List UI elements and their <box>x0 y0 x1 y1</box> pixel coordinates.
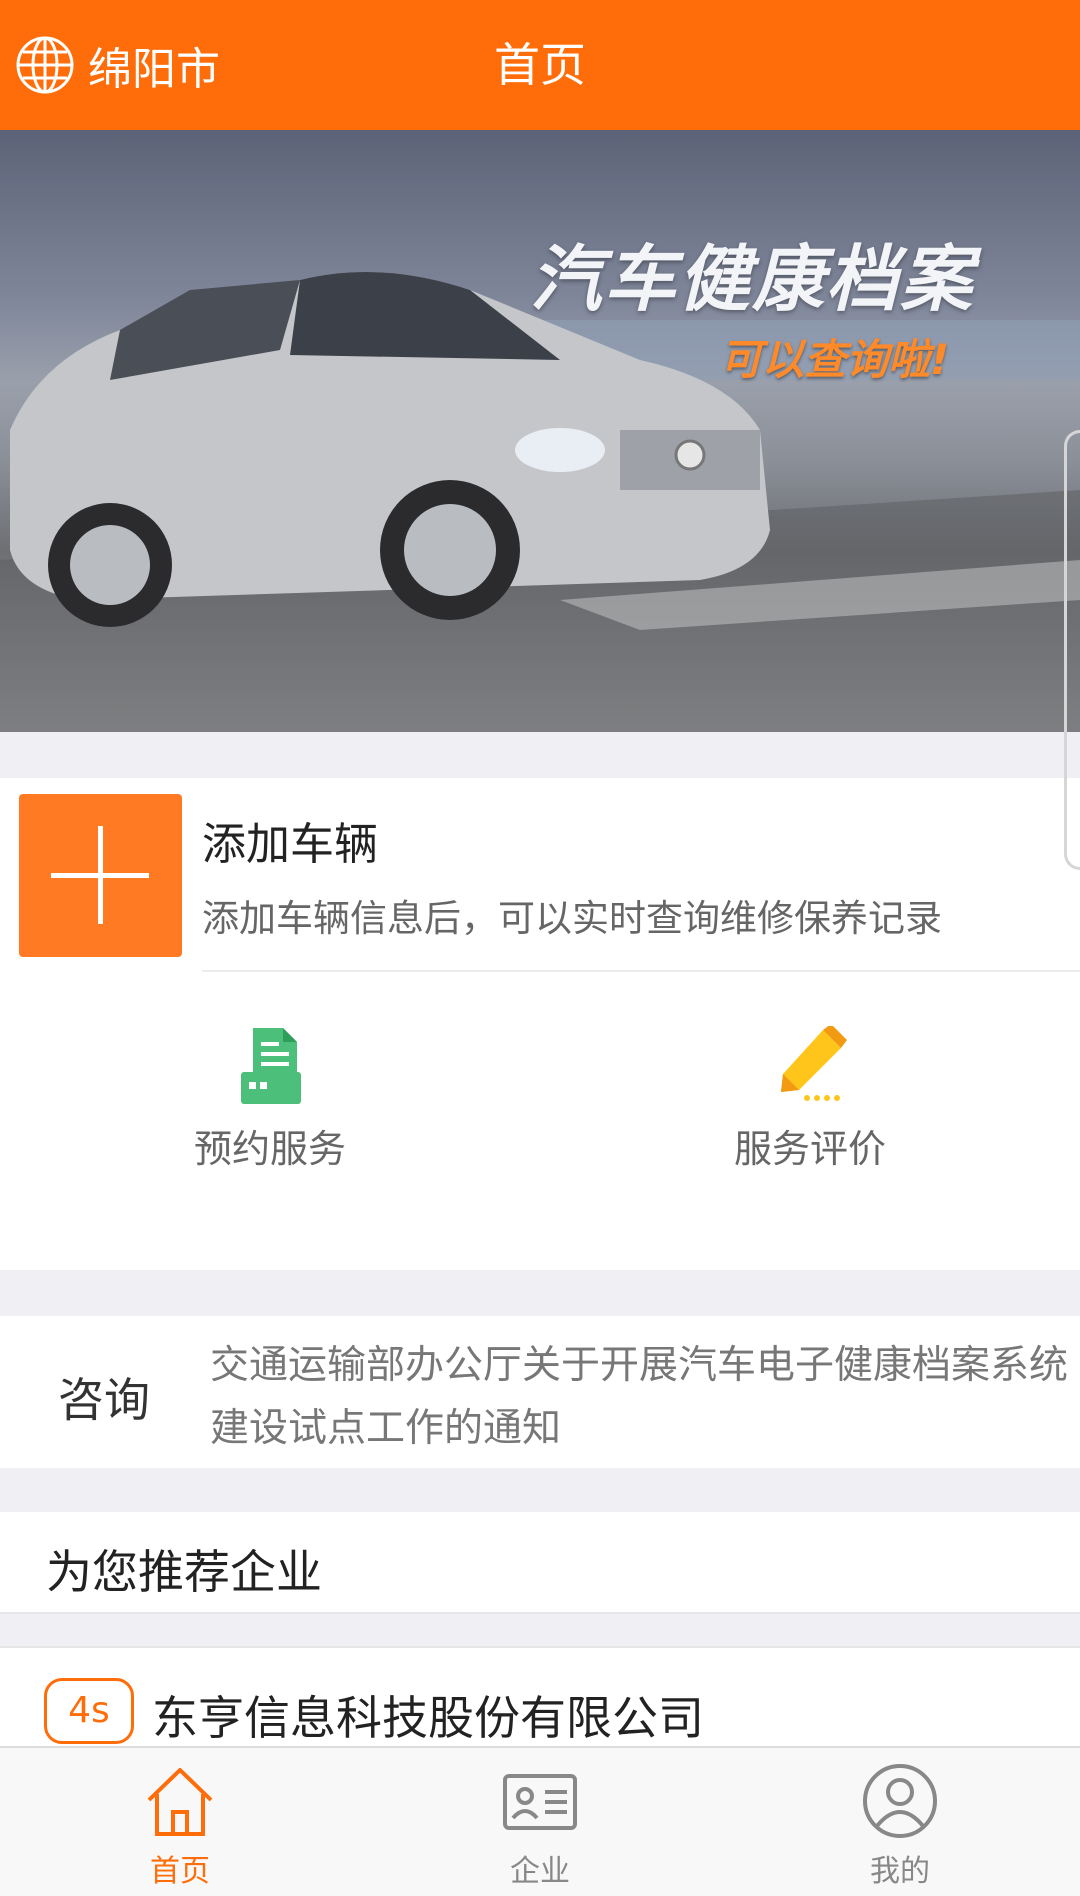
tab-home[interactable]: 首页 <box>80 1762 280 1890</box>
add-vehicle-title[interactable]: 添加车辆 <box>202 808 378 872</box>
company-list-item[interactable]: 4s 东亨信息科技股份有限公司 <box>0 1646 1080 1756</box>
divider <box>202 970 1080 972</box>
news-headline[interactable]: 交通运输部办公厅关于开展汽车电子健康档案系统建设试点工作的通知 <box>210 1334 1070 1460</box>
banner-subline: 可以查询啦! <box>720 335 950 384</box>
banner-headline: 汽车健康档案 <box>530 237 975 321</box>
company-name: 东亨信息科技股份有限公司 <box>152 1691 704 1745</box>
tab-mine-label: 我的 <box>870 1854 930 1889</box>
service-rating-label: 服务评价 <box>733 1127 886 1171</box>
business-card-icon <box>503 1774 577 1830</box>
add-icon[interactable] <box>19 794 182 957</box>
top-header: 绵阳市 首页 <box>0 0 1080 130</box>
recommend-title: 为您推荐企业 <box>46 1545 322 1599</box>
bottom-tab-bar: 首页 企业 我的 <box>0 1746 1080 1896</box>
booking-document-icon <box>241 1028 301 1104</box>
tab-home-label: 首页 <box>150 1854 210 1889</box>
home-icon <box>147 1768 213 1836</box>
tab-enterprise[interactable]: 企业 <box>440 1762 640 1890</box>
promo-banner[interactable]: 汽车健康档案 可以查询啦! <box>0 130 1080 732</box>
tab-enterprise-label: 企业 <box>510 1854 570 1889</box>
scroll-indicator <box>1064 430 1080 870</box>
booking-service-button[interactable]: 预约服务 <box>120 1026 420 1173</box>
news-ticker[interactable]: 咨询 交通运输部办公厅关于开展汽车电子健康档案系统建设试点工作的通知 <box>0 1316 1080 1468</box>
recommend-section-header: 为您推荐企业 <box>0 1512 1080 1614</box>
service-rating-button[interactable]: 服务评价 <box>660 1026 960 1173</box>
tab-mine[interactable]: 我的 <box>800 1762 1000 1890</box>
company-type-badge: 4s <box>44 1678 134 1744</box>
page-title: 首页 <box>494 38 586 92</box>
pencil-icon <box>781 1026 847 1101</box>
user-icon <box>863 1764 937 1838</box>
booking-service-label: 预约服务 <box>193 1127 346 1171</box>
news-label: 咨询 <box>58 1373 150 1427</box>
add-vehicle-description: 添加车辆信息后，可以实时查询维修保养记录 <box>202 897 942 940</box>
add-vehicle-card: 添加车辆 添加车辆信息后，可以实时查询维修保养记录 预约服务 服务评价 <box>0 778 1080 1270</box>
